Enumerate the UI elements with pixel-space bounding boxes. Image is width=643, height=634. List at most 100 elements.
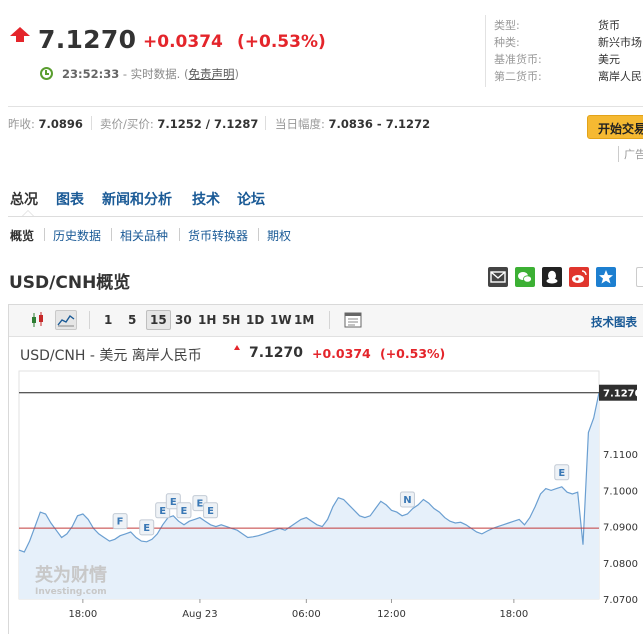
info-type: 类型: 货币 (494, 17, 620, 33)
subtab-separator (111, 228, 112, 241)
realtime-label: - 实时数据. ( (119, 67, 189, 81)
prev-close: 昨收: 7.0896 (8, 116, 83, 132)
subtab-overview[interactable]: 概览 (10, 227, 34, 244)
candlestick-icon[interactable] (27, 310, 49, 330)
chart-last-price: 7.1270 (249, 345, 304, 361)
info-kind-label: 种类: (494, 36, 520, 49)
realtime-status: 23:52:33 - 实时数据. (免责声明) (62, 66, 239, 82)
section-title: USD/CNH概览 (9, 273, 131, 293)
timeframe-1d[interactable]: 1D (246, 313, 264, 327)
info-second-label: 第二货币: (494, 70, 542, 83)
wechat-icon[interactable] (515, 267, 535, 287)
chart-change: +0.0374 (312, 346, 371, 361)
y-tick-label: 7.1000 (603, 486, 638, 497)
event-marker-label: E (143, 523, 150, 534)
weibo-icon[interactable] (569, 267, 589, 287)
timeframe-5[interactable]: 5 (128, 313, 136, 327)
price-change-percent: (+0.53%) (237, 32, 326, 52)
clock-icon (40, 67, 53, 80)
qzone-icon[interactable] (596, 267, 616, 287)
more-share-icon[interactable] (636, 267, 643, 287)
tab-news-analysis[interactable]: 新闻和分析 (102, 189, 172, 209)
prev-close-label: 昨收: (8, 117, 35, 131)
chart-change-percent: (+0.53%) (380, 346, 446, 361)
tab-technical[interactable]: 技术 (192, 189, 220, 209)
stat-separator (265, 116, 266, 130)
toolbar-separator (329, 311, 330, 329)
chart-toolbar: 1 5 15 30 1H 5H 1D 1W 1M 技术图表 (9, 305, 643, 337)
event-marker-label: N (403, 495, 411, 506)
chart-up-arrow-icon (234, 345, 240, 350)
instrument-info: 类型: 货币 种类: 新兴市场 基准货币: 美元 第二货币: 离岸人民币 (485, 15, 643, 87)
subtab-separator (179, 228, 180, 241)
event-marker-label: E (207, 506, 214, 517)
subtab-options[interactable]: 期权 (267, 227, 291, 244)
info-kind: 种类: 新兴市场 (494, 34, 642, 50)
subtab-separator (44, 228, 45, 241)
event-marker-label: F (117, 517, 124, 528)
timeframe-30[interactable]: 30 (175, 313, 192, 327)
event-marker-label: E (181, 506, 188, 517)
event-marker-label: E (170, 497, 177, 508)
watermark-logo: 英为财情 (34, 564, 107, 586)
price-chart[interactable]: 7.1270 7.1100 7.1000 7.0900 7.0800 7.0700 18:0… (9, 367, 643, 634)
technical-chart-link[interactable]: 技术图表 (591, 314, 637, 330)
y-tick-label: 7.0900 (603, 523, 638, 534)
subtab-historical-data[interactable]: 历史数据 (53, 227, 101, 244)
subtab-separator (258, 228, 259, 241)
info-second: 第二货币: 离岸人民币 (494, 68, 643, 84)
chart-panel: 1 5 15 30 1H 5H 1D 1W 1M 技术图表 USD/CNH - … (8, 304, 643, 634)
info-base: 基准货币: 美元 (494, 51, 620, 67)
event-marker-label: E (558, 468, 565, 479)
email-icon[interactable] (488, 267, 508, 287)
day-range-value: 7.0836 - 7.1272 (328, 117, 431, 131)
timeframe-1h[interactable]: 1H (198, 313, 216, 327)
timeframe-1m[interactable]: 1M (294, 313, 314, 327)
subtab-currency-converter[interactable]: 货币转换器 (188, 227, 248, 244)
y-tick-label: 7.1100 (603, 450, 638, 461)
x-tick-label: 06:00 (292, 609, 321, 620)
last-price-label: 7.1270 (603, 389, 642, 400)
timeframe-5h[interactable]: 5H (222, 313, 240, 327)
y-tick-label: 7.0700 (603, 595, 638, 606)
start-trading-button[interactable]: 开始交易 (587, 115, 643, 139)
watermark-logo-en: Investing.com (35, 587, 107, 597)
subtab-related[interactable]: 相关品种 (120, 227, 168, 244)
day-range: 当日幅度: 7.0836 - 7.1272 (275, 116, 430, 132)
x-tick-label: 18:00 (499, 609, 528, 620)
qq-icon[interactable] (542, 267, 562, 287)
timeframe-1w[interactable]: 1W (270, 313, 292, 327)
last-price: 7.1270 (38, 25, 137, 54)
chart-settings-icon[interactable] (342, 310, 364, 330)
bid-ask-value: 7.1252 / 7.1287 (157, 117, 259, 131)
timeframe-15[interactable]: 15 (146, 310, 171, 330)
tab-forum[interactable]: 论坛 (237, 189, 265, 209)
area-chart-icon[interactable] (55, 310, 77, 330)
disclaimer-link[interactable]: 免责声明 (188, 67, 234, 81)
event-marker-label: E (159, 506, 166, 517)
x-tick-label: 12:00 (377, 609, 406, 620)
tab-overview[interactable]: 总况 (10, 189, 38, 209)
info-kind-value: 新兴市场 (598, 36, 642, 49)
divider (8, 216, 643, 217)
timeframe-1[interactable]: 1 (104, 313, 112, 327)
x-tick-label: Aug 23 (182, 609, 217, 620)
info-second-value: 离岸人民币 (598, 70, 643, 83)
chart-header: USD/CNH - 美元 离岸人民币 7.1270 +0.0374 (+0.53… (20, 345, 445, 365)
bid-ask-label: 卖价/买价: (100, 117, 154, 131)
bid-ask: 卖价/买价: 7.1252 / 7.1287 (100, 116, 258, 132)
info-type-label: 类型: (494, 19, 520, 32)
tab-charts[interactable]: 图表 (56, 189, 84, 209)
up-arrow-icon (10, 27, 30, 42)
stat-separator (91, 116, 92, 130)
day-range-label: 当日幅度: (275, 117, 325, 131)
quote-header: 7.1270 +0.0374 (+0.53%) 23:52:33 - 实时数据.… (0, 0, 643, 100)
info-type-value: 货币 (598, 19, 620, 32)
prev-close-value: 7.0896 (38, 117, 83, 131)
info-base-value: 美元 (598, 53, 620, 66)
toolbar-separator (89, 311, 90, 329)
price-change: +0.0374 (143, 32, 223, 52)
info-base-label: 基准货币: (494, 53, 542, 66)
chart-instrument-name: USD/CNH - 美元 离岸人民币 (20, 348, 202, 364)
quote-time: 23:52:33 (62, 67, 120, 81)
